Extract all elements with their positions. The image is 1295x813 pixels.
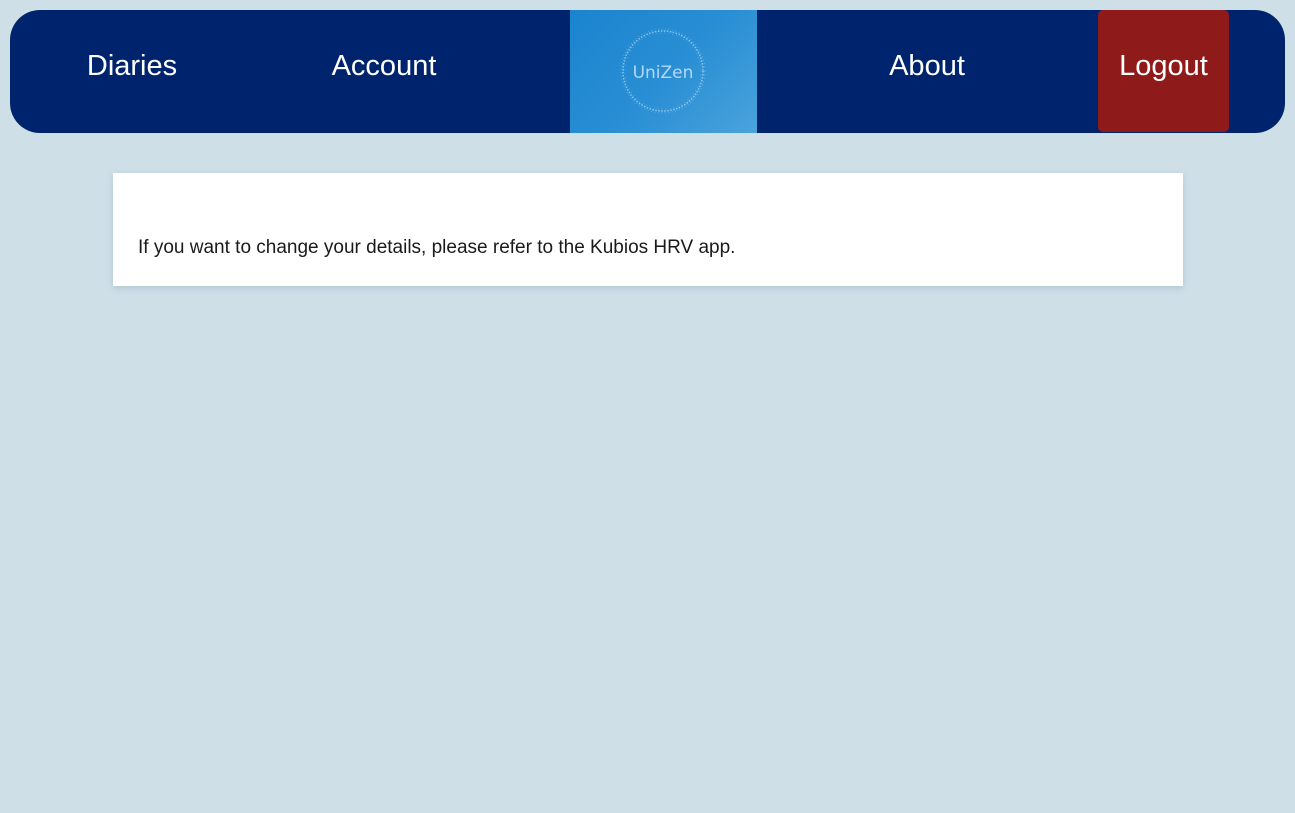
main-navbar: Diaries Account UniZen About Logout: [10, 10, 1285, 133]
unizen-logo[interactable]: UniZen: [570, 10, 757, 133]
nav-link-diaries[interactable]: Diaries: [52, 10, 212, 123]
logo-text: UniZen: [633, 63, 694, 83]
account-info-message: If you want to change your details, plea…: [138, 237, 736, 258]
account-info-card: If you want to change your details, plea…: [113, 173, 1183, 286]
nav-link-account[interactable]: Account: [304, 10, 464, 123]
logout-button[interactable]: Logout: [1098, 10, 1229, 132]
nav-link-about[interactable]: About: [847, 10, 1007, 123]
logo-circle-icon: UniZen: [620, 28, 706, 114]
